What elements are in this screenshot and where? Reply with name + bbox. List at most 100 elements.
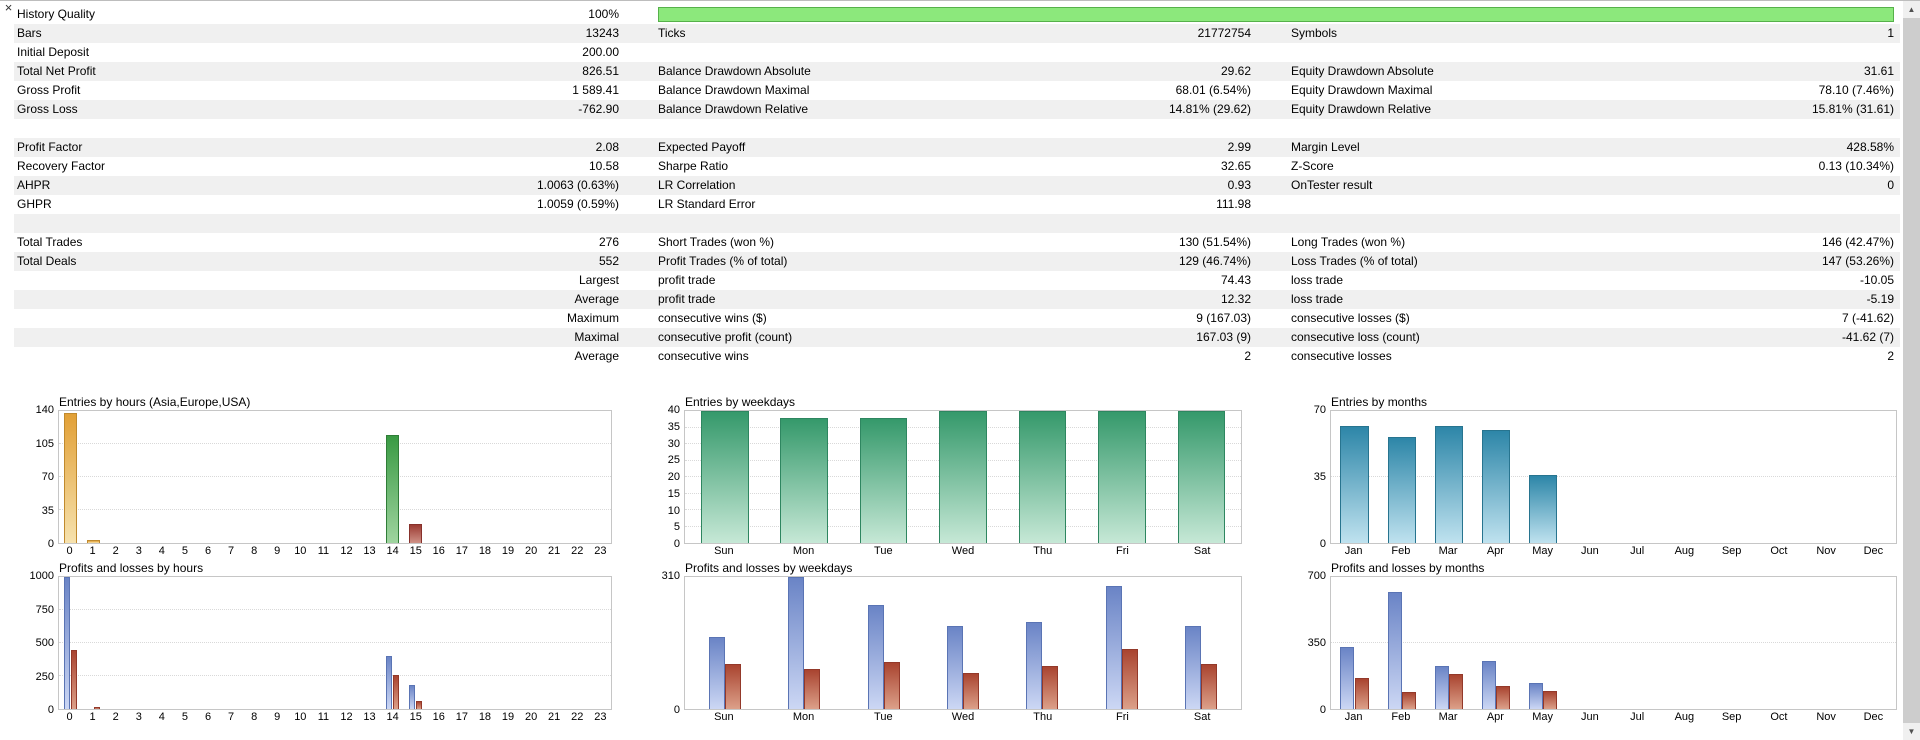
y-tick-label: 35 [41,504,54,517]
scroll-down-icon[interactable]: ▼ [1903,723,1920,740]
entries-bar [1340,426,1369,543]
x-axis: 0 1 2 3 4 5 6 7 8 9 10 11 12 13 14 15 16 17 18 19 20 21 22 23 [58,544,612,558]
x-tick-label: 10 [294,545,307,557]
x-tick-label: 17 [455,545,468,557]
losses-bar [392,674,400,709]
x-tick-label: 0 [66,711,73,723]
x-tick-label: 12 [340,545,353,557]
table-row: Maximum consecutive wins ($) 9 (167.03) … [14,309,1900,328]
x-tick-label: Wed [951,711,975,723]
x-axis: Sun Mon Tue Wed Thu Fri Sat [684,710,1242,724]
x-axis: Jan Feb Mar Apr May Jun Jul Aug Sep Oct Nov Dec [1330,710,1897,724]
y-axis: 0 35 70 105 140 [28,404,58,550]
entries-bar [1018,411,1067,543]
gridline [59,675,611,676]
x-tick-label: 16 [432,711,445,723]
table-row: Average consecutive wins 2 consecutive l… [14,347,1900,366]
stat-label: Gross Loss [17,102,78,116]
y-tick-label: 0 [47,538,54,550]
stat-value: 147 (53.26%) [1821,254,1894,268]
plot-area [684,576,1242,710]
y-tick-label: 40 [667,404,680,416]
x-tick-label: 17 [455,711,468,723]
x-tick-label: 3 [135,545,142,557]
stat-label: Ticks [658,26,686,40]
stat-value: 1 589.41 [572,83,619,97]
x-tick-label: Oct [1770,545,1788,557]
chart-entries-by-weekdays: Entries by weekdays 0 5 10 15 20 25 30 35 40 Sun Mo… [654,394,1242,558]
y-tick-label: 35 [667,420,680,433]
profits-bar [947,625,963,709]
profits-bar [1026,621,1043,709]
y-tick-label: 10 [667,504,680,517]
x-tick-label: 7 [228,545,235,557]
progress-bar-fill [658,7,1894,22]
y-tick-label: 0 [1319,538,1326,550]
scrollbar-thumb[interactable] [1903,18,1920,723]
profits-bar [867,604,884,709]
x-tick-label: 8 [251,711,258,723]
x-tick-label: 5 [181,711,188,723]
table-row: Total Deals 552 Profit Trades (% of tota… [14,252,1900,271]
stat-value: 1 [1887,26,1894,40]
x-tick-label: 14 [386,711,399,723]
x-axis: Jan Feb Mar Apr May Jun Jul Aug Sep Oct Nov Dec [1330,544,1897,558]
stat-value: 7 (-41.62) [1841,311,1894,325]
x-tick-label: 19 [501,711,515,723]
stat-label: Balance Drawdown Relative [658,102,809,116]
scroll-up-icon[interactable]: ▲ [1903,1,1920,18]
x-tick-label: 9 [274,545,281,557]
x-tick-label: 21 [548,545,561,557]
losses-bar [1042,666,1059,709]
table-row: Initial Deposit 200.00 [14,43,1900,62]
stat-value: 1.0063 (0.63%) [536,178,619,192]
table-row: Gross Loss -762.90 Balance Drawdown Rela… [14,100,1900,119]
y-tick-label: 105 [35,437,54,450]
x-tick-label: Mar [1438,545,1458,557]
stat-label: profit trade [658,273,716,287]
stat-value: 10.58 [588,159,619,173]
y-tick-label: 70 [41,471,54,483]
losses-bar [1448,674,1463,709]
x-tick-label: 20 [524,711,538,723]
x-tick-label: 22 [571,545,584,557]
plot-area [58,576,612,710]
y-tick-label: 25 [667,454,680,467]
losses-bar [1542,691,1557,709]
x-tick-label: 0 [66,545,73,557]
chart-profits-losses-by-hours: Profits and losses by hours 0 250 500 750 100… [28,560,612,724]
stat-label: Total Net Profit [17,64,96,78]
stat-value: 826.51 [582,64,619,78]
stat-label: Profit Factor [17,140,83,154]
stat-label: LR Correlation [658,178,736,192]
y-tick-label: 5 [673,521,680,534]
stat-value: 15.81% (31.61) [1811,102,1894,116]
y-tick-label: 310 [661,570,680,582]
x-tick-label: Feb [1391,711,1411,723]
x-tick-label: Fri [1116,711,1129,723]
x-tick-label: 11 [317,545,330,557]
profits-bar [63,577,71,709]
entries-bar [1481,429,1510,543]
y-tick-label: 15 [667,487,680,500]
losses-bar [1354,677,1369,709]
x-tick-label: Nov [1816,545,1836,557]
y-axis: 0 250 500 750 1000 [28,570,58,716]
stat-label: OnTester result [1291,178,1373,192]
vertical-scrollbar[interactable]: ▲ ▼ [1903,1,1920,740]
y-axis: 0 310 [654,570,684,716]
x-tick-label: 7 [228,711,235,723]
stat-label: Bars [17,26,42,40]
table-row: Total Net Profit 826.51 Balance Drawdown… [14,62,1900,81]
stat-value: -762.90 [578,102,619,116]
stat-label: consecutive wins [658,349,749,363]
x-axis: 0 1 2 3 4 5 6 7 8 9 10 11 12 13 14 15 16 17 18 19 20 21 22 23 [58,710,612,724]
entries-bar [408,524,423,543]
stat-value: 9 (167.03) [1196,311,1251,325]
x-tick-label: Tue [874,711,893,723]
stat-label: Balance Drawdown Maximal [658,83,810,97]
stat-value: 12.32 [1220,292,1251,306]
losses-bar [70,649,78,709]
table-row: Total Trades 276 Short Trades (won %) 13… [14,233,1900,252]
stat-value: 100% [588,7,619,21]
